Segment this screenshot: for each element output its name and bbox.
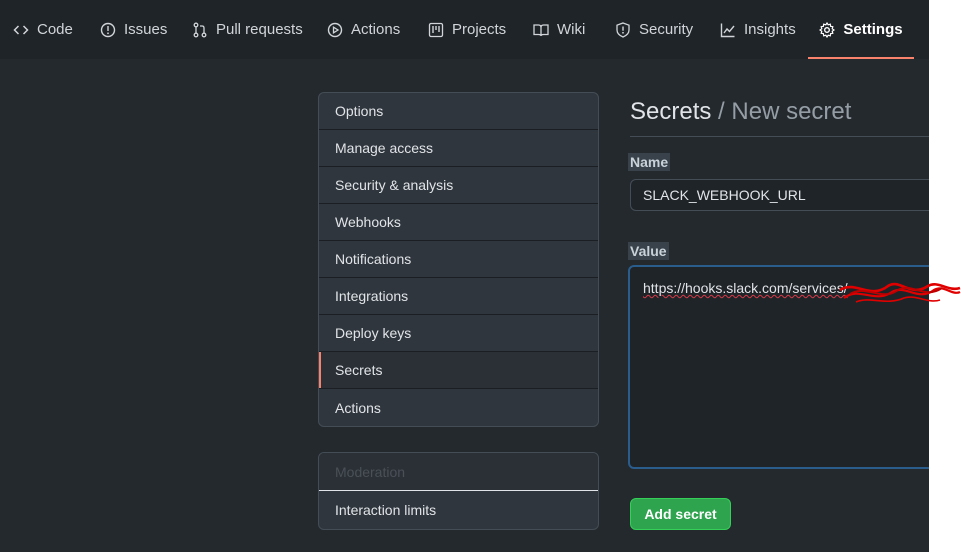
breadcrumb-secrets[interactable]: Secrets bbox=[630, 98, 711, 125]
moderation-heading: Moderation bbox=[319, 453, 598, 491]
tab-code[interactable]: Code bbox=[13, 0, 73, 59]
sidebar-item-deploy-keys[interactable]: Deploy keys bbox=[319, 315, 598, 352]
tab-wiki[interactable]: Wiki bbox=[533, 0, 585, 59]
play-icon bbox=[327, 22, 343, 37]
sidebar-item-interaction-limits[interactable]: Interaction limits bbox=[319, 491, 598, 528]
page-title: Secrets / New secret bbox=[630, 98, 851, 126]
moderation-sidebar: Moderation Interaction limits bbox=[318, 452, 599, 530]
shield-icon bbox=[616, 21, 630, 38]
redaction-scribble bbox=[839, 282, 961, 303]
issue-opened-icon bbox=[100, 22, 116, 37]
project-icon bbox=[428, 22, 444, 37]
tab-label: Security bbox=[639, 21, 694, 38]
tab-label: Pull requests bbox=[216, 21, 303, 38]
sidebar-item-manage-access[interactable]: Manage access bbox=[319, 130, 598, 167]
tab-label: Projects bbox=[452, 21, 507, 38]
tab-label: Insights bbox=[744, 21, 796, 38]
sidebar-item-actions[interactable]: Actions bbox=[319, 389, 598, 426]
sidebar-item-security-analysis[interactable]: Security & analysis bbox=[319, 167, 598, 204]
settings-sidebar: Options Manage access Security & analysi… bbox=[318, 92, 599, 427]
name-label: Name bbox=[628, 153, 671, 171]
tab-insights[interactable]: Insights bbox=[720, 0, 796, 59]
sidebar-item-secrets[interactable]: Secrets bbox=[319, 352, 598, 389]
value-label: Value bbox=[628, 242, 669, 260]
breadcrumb-separator: / bbox=[711, 98, 732, 125]
secret-name-input[interactable]: SLACK_WEBHOOK_URL bbox=[630, 179, 929, 211]
tab-label: Issues bbox=[124, 21, 168, 38]
tab-label: Code bbox=[37, 21, 73, 38]
tab-actions[interactable]: Actions bbox=[327, 0, 400, 59]
breadcrumb-new-secret: New secret bbox=[731, 98, 852, 125]
sidebar-item-webhooks[interactable]: Webhooks bbox=[319, 204, 598, 241]
graph-icon bbox=[720, 23, 735, 37]
tab-label: Settings bbox=[843, 21, 903, 38]
title-divider bbox=[630, 136, 929, 137]
tab-label: Actions bbox=[351, 21, 401, 38]
repo-settings-page: Code Issues Pull requests Actions Projec… bbox=[0, 0, 929, 552]
gear-icon bbox=[819, 21, 836, 38]
sidebar-item-options[interactable]: Options bbox=[319, 93, 598, 130]
tab-security[interactable]: Security bbox=[615, 0, 693, 59]
sidebar-item-integrations[interactable]: Integrations bbox=[319, 278, 598, 315]
tab-label: Wiki bbox=[557, 21, 586, 38]
tab-pull-requests[interactable]: Pull requests bbox=[192, 0, 303, 59]
tab-settings[interactable]: Settings bbox=[808, 0, 914, 59]
book-icon bbox=[533, 23, 549, 36]
code-icon bbox=[13, 24, 29, 35]
secret-value-text: https://hooks.slack.com/services/ bbox=[643, 280, 848, 296]
repo-nav: Code Issues Pull requests Actions Projec… bbox=[0, 0, 929, 59]
add-secret-button[interactable]: Add secret bbox=[630, 498, 731, 530]
sidebar-item-notifications[interactable]: Notifications bbox=[319, 241, 598, 278]
git-pull-request-icon bbox=[193, 22, 207, 37]
tab-issues[interactable]: Issues bbox=[100, 0, 167, 59]
tab-projects[interactable]: Projects bbox=[428, 0, 506, 59]
